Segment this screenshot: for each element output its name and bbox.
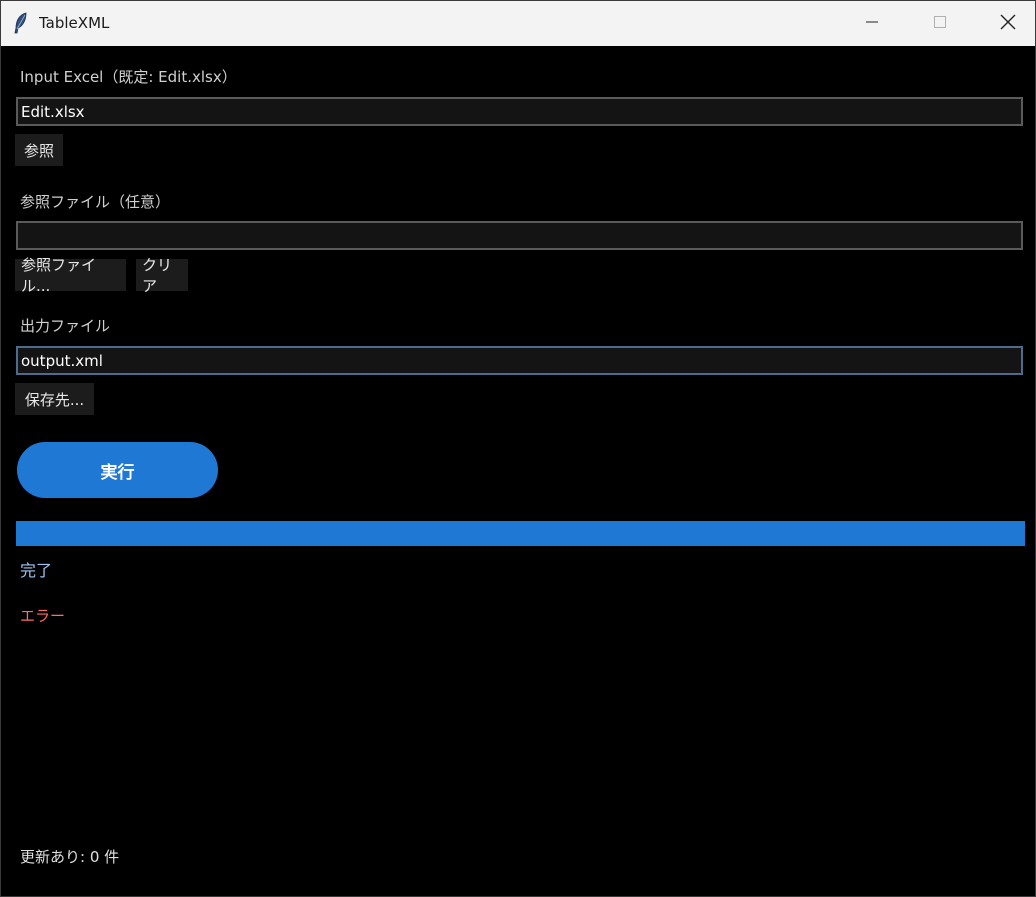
window-title: TableXML	[39, 14, 110, 32]
feather-icon	[13, 12, 29, 34]
input-excel-field[interactable]	[16, 97, 1023, 126]
close-button[interactable]	[985, 1, 1031, 46]
save-location-button[interactable]: 保存先...	[15, 383, 94, 415]
output-file-field[interactable]	[16, 346, 1023, 375]
input-excel-label: Input Excel（既定: Edit.xlsx）	[20, 68, 237, 86]
minimize-icon	[865, 14, 879, 33]
maximize-button[interactable]	[917, 1, 963, 46]
run-button[interactable]: 実行	[17, 442, 218, 498]
status-error-text: エラー	[20, 607, 66, 625]
output-file-label: 出力ファイル	[20, 317, 111, 335]
reference-file-label: 参照ファイル（任意）	[20, 193, 171, 211]
title-bar: TableXML	[1, 1, 1035, 46]
reference-file-field[interactable]	[16, 221, 1023, 250]
app-window: TableXML Input Excel（既定: Edit.xlsx） 参照 参…	[0, 0, 1036, 897]
status-done-text: 完了	[20, 561, 53, 580]
maximize-icon	[933, 14, 947, 33]
clear-reference-button[interactable]: クリア	[136, 256, 188, 295]
browse-reference-button[interactable]: 参照ファイル...	[15, 256, 126, 295]
update-summary: 更新あり: 0 件	[20, 848, 120, 866]
close-icon	[1000, 14, 1016, 34]
progress-bar	[16, 521, 1025, 546]
minimize-button[interactable]	[849, 1, 895, 46]
browse-input-button[interactable]: 参照	[15, 134, 63, 166]
